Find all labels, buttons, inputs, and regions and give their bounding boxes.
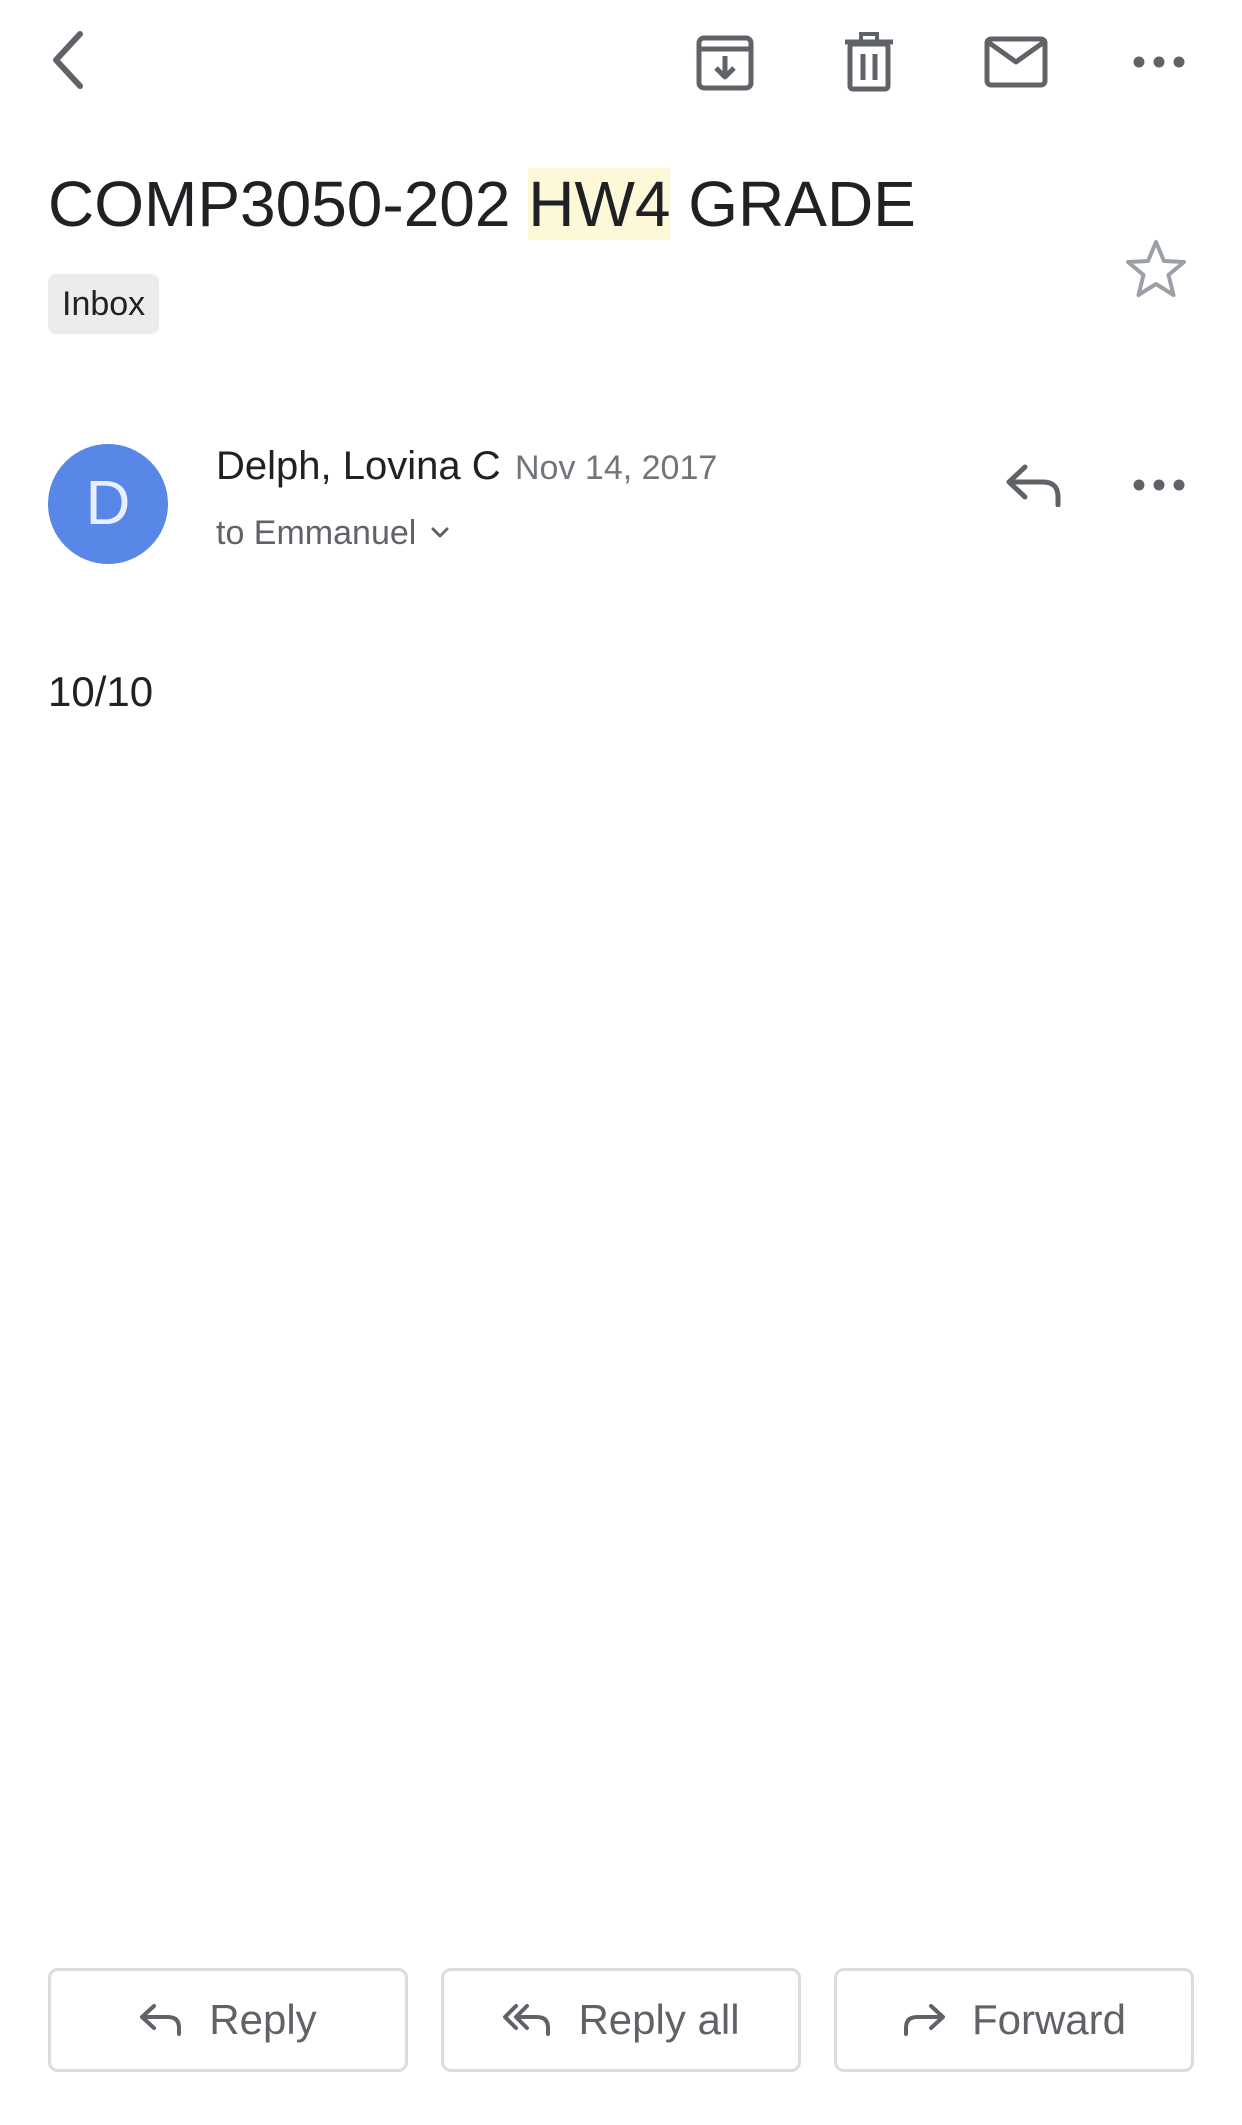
subject-text-end: GRADE: [670, 168, 916, 240]
reply-all-icon: [503, 2004, 551, 2036]
reply-icon: [140, 2004, 182, 2036]
trash-icon: [845, 32, 893, 92]
forward-button[interactable]: Forward: [834, 1968, 1194, 2072]
email-body: 10/10: [48, 668, 154, 715]
more-horizontal-icon: [1133, 56, 1185, 68]
reply-icon-button[interactable]: [994, 450, 1074, 520]
more-horizontal-icon: [1133, 479, 1185, 491]
forward-icon: [903, 2004, 945, 2036]
back-button[interactable]: [36, 20, 100, 100]
recipient-text: to Emmanuel: [216, 514, 417, 552]
archive-icon: [696, 35, 754, 91]
reply-button[interactable]: Reply: [48, 1968, 408, 2072]
reply-icon: [1006, 464, 1061, 507]
mail-icon: [984, 36, 1048, 88]
email-date: Nov 14, 2017: [515, 449, 718, 487]
more-options-button[interactable]: [1122, 24, 1196, 100]
star-outline-icon: [1126, 240, 1186, 297]
reply-label: Reply: [209, 1996, 317, 2043]
subject-search-highlight: HW4: [528, 168, 671, 240]
forward-label: Forward: [971, 1996, 1127, 2043]
arrow-back-icon: [53, 31, 83, 89]
email-subject: COMP3050-202 HW4 GRADE: [48, 162, 916, 246]
subject-text: COMP3050-202: [48, 168, 529, 240]
star-button[interactable]: [1124, 238, 1188, 305]
message-more-button[interactable]: [1122, 450, 1196, 520]
sender-name: Delph, Lovina C: [216, 444, 501, 488]
delete-button[interactable]: [834, 24, 904, 100]
inbox-label-chip[interactable]: Inbox: [48, 274, 160, 334]
mark-unread-button[interactable]: [976, 24, 1056, 100]
reply-all-button[interactable]: Reply all: [441, 1968, 801, 2072]
recipient-details-toggle[interactable]: to Emmanuel: [216, 508, 450, 558]
reply-all-label: Reply all: [578, 1996, 740, 2043]
sender-avatar[interactable]: D: [48, 444, 168, 564]
toolbar: [0, 0, 1242, 120]
chevron-down-icon: [431, 527, 449, 538]
archive-button[interactable]: [690, 24, 760, 100]
